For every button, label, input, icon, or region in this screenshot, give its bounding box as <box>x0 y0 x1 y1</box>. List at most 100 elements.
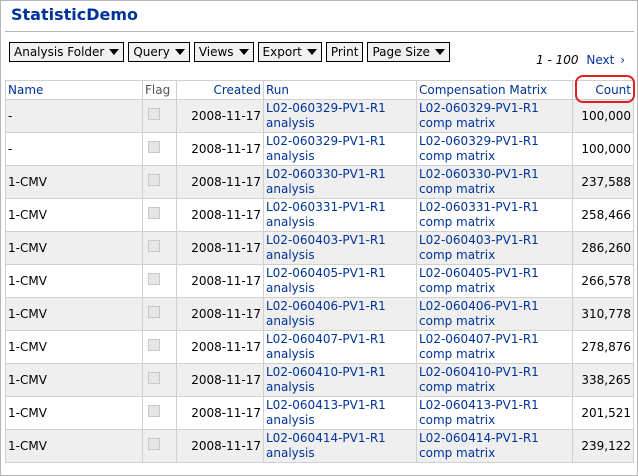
cell-flag <box>142 264 177 298</box>
cell-created: 2008-11-17 <box>176 165 264 199</box>
toolbar: Analysis Folder Query Views Export Print… <box>9 42 450 64</box>
cell-flag <box>142 132 177 166</box>
compensation-matrix-link[interactable]: L02-060407-PV1-R1 comp matrix <box>416 330 573 364</box>
flag-checkbox[interactable] <box>148 339 160 351</box>
run-link[interactable]: L02-060405-PV1-R1 analysis <box>263 264 417 298</box>
cell-count: 239,122 <box>572 429 634 463</box>
cell-flag <box>142 363 177 397</box>
compensation-matrix-link[interactable]: L02-060406-PV1-R1 comp matrix <box>416 297 573 331</box>
cell-count: 100,000 <box>572 99 634 133</box>
cell-flag <box>142 99 177 133</box>
dropdown-arrow-icon <box>174 49 185 55</box>
analysis-folder-label: Analysis Folder <box>14 45 105 59</box>
flag-checkbox[interactable] <box>148 372 160 384</box>
cell-flag <box>142 429 177 463</box>
analysis-folder-button[interactable]: Analysis Folder <box>9 42 125 62</box>
column-header-run[interactable]: Run <box>263 80 417 100</box>
compensation-matrix-link[interactable]: L02-060410-PV1-R1 comp matrix <box>416 363 573 397</box>
cell-count: 278,876 <box>572 330 634 364</box>
run-link[interactable]: L02-060407-PV1-R1 analysis <box>263 330 417 364</box>
run-link[interactable]: L02-060414-PV1-R1 analysis <box>263 429 417 463</box>
cell-name: 1-CMV <box>5 363 143 397</box>
cell-name: - <box>5 132 143 166</box>
app-frame: StatisticDemo Analysis Folder Query View… <box>0 0 638 476</box>
cell-count: 100,000 <box>572 132 634 166</box>
dropdown-arrow-icon <box>306 49 317 55</box>
page-title: StatisticDemo <box>11 5 139 24</box>
compensation-matrix-link[interactable]: L02-060331-PV1-R1 comp matrix <box>416 198 573 232</box>
flag-checkbox[interactable] <box>148 141 160 153</box>
cell-name: 1-CMV <box>5 165 143 199</box>
column-header-count[interactable]: Count <box>572 80 634 100</box>
flag-checkbox[interactable] <box>148 273 160 285</box>
views-button[interactable]: Views <box>193 42 254 62</box>
cell-created: 2008-11-17 <box>176 363 264 397</box>
dropdown-arrow-icon <box>434 49 445 55</box>
cell-name: 1-CMV <box>5 330 143 364</box>
cell-created: 2008-11-17 <box>176 297 264 331</box>
export-label: Export <box>262 45 302 59</box>
cell-flag <box>142 165 177 199</box>
compensation-matrix-link[interactable]: L02-060329-PV1-R1 comp matrix <box>416 132 573 166</box>
run-link[interactable]: L02-060410-PV1-R1 analysis <box>263 363 417 397</box>
title-divider <box>5 31 634 32</box>
compensation-matrix-link[interactable]: L02-060329-PV1-R1 comp matrix <box>416 99 573 133</box>
flag-checkbox[interactable] <box>148 207 160 219</box>
column-header-created[interactable]: Created <box>176 80 264 100</box>
compensation-matrix-link[interactable]: L02-060405-PV1-R1 comp matrix <box>416 264 573 298</box>
table-row: 1-CMV 2008-11-17 L02-060406-PV1-R1 analysi… <box>5 297 634 331</box>
table-row: 1-CMV 2008-11-17 L02-060331-PV1-R1 analysi… <box>5 198 634 232</box>
flag-checkbox[interactable] <box>148 306 160 318</box>
run-link[interactable]: L02-060331-PV1-R1 analysis <box>263 198 417 232</box>
compensation-matrix-link[interactable]: L02-060413-PV1-R1 comp matrix <box>416 396 573 430</box>
column-header-flag[interactable]: Flag <box>142 80 177 100</box>
table-row: -2008-11-17 L02-060329-PV1-R1 analysis L02… <box>5 132 634 166</box>
query-button[interactable]: Query <box>128 42 190 62</box>
table-row: 1-CMV 2008-11-17 L02-060405-PV1-R1 analysi… <box>5 264 634 298</box>
cell-count: 286,260 <box>572 231 634 265</box>
column-header-compensation-matrix[interactable]: Compensation Matrix <box>416 80 573 100</box>
table-row: 1-CMV 2008-11-17 L02-060414-PV1-R1 analysi… <box>5 429 634 463</box>
run-link[interactable]: L02-060330-PV1-R1 analysis <box>263 165 417 199</box>
cell-flag <box>142 330 177 364</box>
run-link[interactable]: L02-060406-PV1-R1 analysis <box>263 297 417 331</box>
compensation-matrix-link[interactable]: L02-060403-PV1-R1 comp matrix <box>416 231 573 265</box>
flag-checkbox[interactable] <box>148 438 160 450</box>
cell-name: - <box>5 99 143 133</box>
print-button[interactable]: Print <box>325 42 364 62</box>
compensation-matrix-link[interactable]: L02-060330-PV1-R1 comp matrix <box>416 165 573 199</box>
cell-name: 1-CMV <box>5 396 143 430</box>
run-link[interactable]: L02-060413-PV1-R1 analysis <box>263 396 417 430</box>
cell-name: 1-CMV <box>5 264 143 298</box>
flag-checkbox[interactable] <box>148 405 160 417</box>
run-link[interactable]: L02-060329-PV1-R1 analysis <box>263 132 417 166</box>
cell-count: 201,521 <box>572 396 634 430</box>
views-label: Views <box>198 45 234 59</box>
cell-created: 2008-11-17 <box>176 99 264 133</box>
page-size-button[interactable]: Page Size <box>367 42 450 62</box>
table-header-row: Name Flag Created Run Compensation Matri… <box>5 80 634 100</box>
table-row: 1-CMV 2008-11-17 L02-060413-PV1-R1 analysi… <box>5 396 634 430</box>
next-page-link[interactable]: Next <box>586 53 614 67</box>
page-range: 1 - 100 <box>536 53 579 67</box>
cell-count: 338,265 <box>572 363 634 397</box>
column-header-name[interactable]: Name <box>5 80 143 100</box>
export-button[interactable]: Export <box>257 42 322 62</box>
flag-checkbox[interactable] <box>148 108 160 120</box>
flag-checkbox[interactable] <box>148 240 160 252</box>
cell-created: 2008-11-17 <box>176 396 264 430</box>
cell-count: 310,778 <box>572 297 634 331</box>
page-size-label: Page Size <box>372 45 430 59</box>
cell-created: 2008-11-17 <box>176 132 264 166</box>
table-body: -2008-11-17 L02-060329-PV1-R1 analysis L02… <box>5 99 634 463</box>
results-table: Name Flag Created Run Compensation Matri… <box>5 80 634 463</box>
compensation-matrix-link[interactable]: L02-060414-PV1-R1 comp matrix <box>416 429 573 463</box>
cell-count: 258,466 <box>572 198 634 232</box>
dropdown-arrow-icon <box>109 49 120 55</box>
run-link[interactable]: L02-060403-PV1-R1 analysis <box>263 231 417 265</box>
dropdown-arrow-icon <box>238 49 249 55</box>
cell-count: 237,588 <box>572 165 634 199</box>
run-link[interactable]: L02-060329-PV1-R1 analysis <box>263 99 417 133</box>
flag-checkbox[interactable] <box>148 174 160 186</box>
next-chevron-icon[interactable]: › <box>620 53 625 67</box>
